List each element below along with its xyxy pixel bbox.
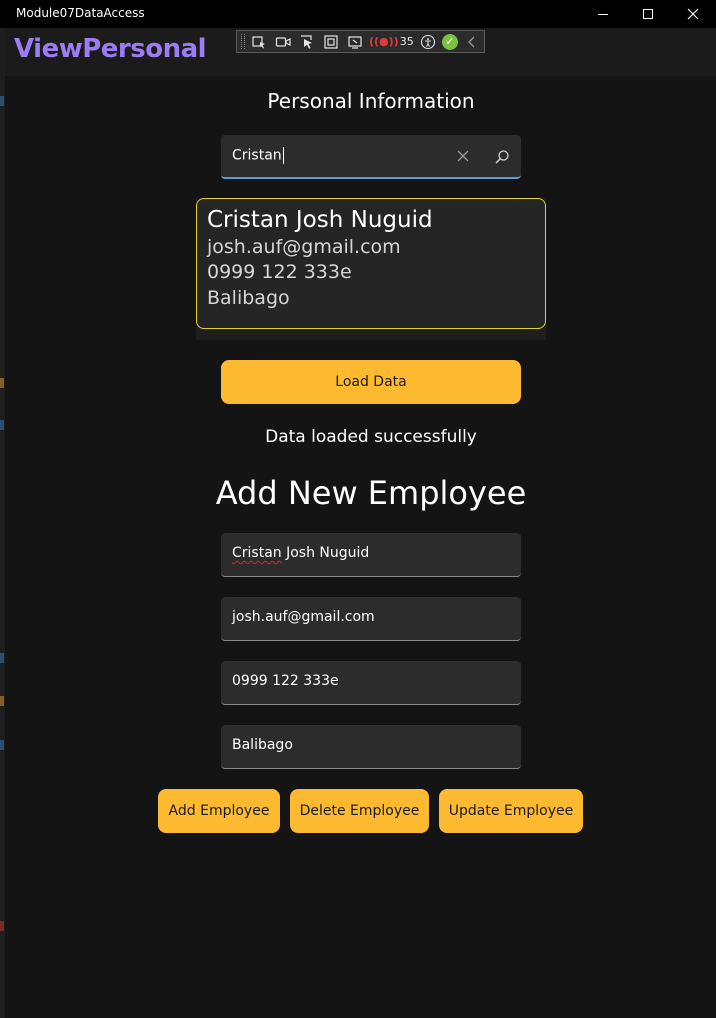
layout-bounds-icon[interactable] xyxy=(321,33,341,51)
accessibility-icon[interactable] xyxy=(418,33,438,51)
select-element-icon[interactable] xyxy=(249,33,269,51)
email-field-value: josh.auf@gmail.com xyxy=(232,609,375,625)
text-caret xyxy=(282,147,284,164)
toolbar-grip[interactable] xyxy=(241,34,245,49)
maximize-button[interactable] xyxy=(625,0,671,28)
minimize-icon xyxy=(598,13,608,15)
spellcheck-word: Cristan xyxy=(232,545,282,561)
clear-icon xyxy=(457,150,469,162)
email-field[interactable]: josh.auf@gmail.com xyxy=(221,597,521,641)
employee-name: Cristan Josh Nuguid xyxy=(207,207,433,233)
personal-info-heading: Personal Information xyxy=(267,89,475,113)
delete-employee-button[interactable]: Delete Employee xyxy=(290,789,429,833)
debug-toolbar: ((●)) 35 ✓ xyxy=(236,30,485,53)
employee-email: josh.auf@gmail.com xyxy=(207,235,401,258)
name-field-rest: Josh Nuguid xyxy=(281,545,370,561)
close-icon xyxy=(687,8,699,20)
name-field[interactable]: Cristan Josh Nuguid xyxy=(221,533,521,577)
status-ok-icon[interactable]: ✓ xyxy=(441,33,458,50)
result-list: Cristan Josh Nuguid josh.auf@gmail.com 0… xyxy=(196,198,546,340)
load-data-button[interactable]: Load Data xyxy=(221,360,521,404)
search-button[interactable] xyxy=(491,146,513,168)
track-focus-icon[interactable] xyxy=(345,33,365,51)
employee-address: Balibago xyxy=(207,286,290,309)
window-title: Module07DataAccess xyxy=(16,6,145,20)
app-title: ViewPersonal xyxy=(14,34,207,64)
record-icon[interactable] xyxy=(273,33,293,51)
binding-failures-icon: ((●)) xyxy=(369,35,399,48)
pointer-select-icon[interactable] xyxy=(297,33,317,51)
search-input[interactable]: Cristan xyxy=(232,147,284,164)
address-field-value: Balibago xyxy=(232,737,293,753)
search-box[interactable]: Cristan xyxy=(221,135,521,179)
binding-failures-count: 35 xyxy=(399,35,414,48)
address-field[interactable]: Balibago xyxy=(221,725,521,769)
search-icon xyxy=(495,150,509,164)
employee-card[interactable]: Cristan Josh Nuguid josh.auf@gmail.com 0… xyxy=(196,198,546,329)
employee-phone: 0999 122 333e xyxy=(207,261,352,284)
minimize-button[interactable] xyxy=(580,0,626,28)
search-value: Cristan xyxy=(232,147,282,164)
clear-search-button[interactable] xyxy=(453,146,473,166)
close-button[interactable] xyxy=(670,0,716,28)
update-employee-button[interactable]: Update Employee xyxy=(439,789,583,833)
status-message: Data loaded successfully xyxy=(265,427,477,447)
name-field-value: Cristan Josh Nuguid xyxy=(232,545,369,561)
window-title-bar: Module07DataAccess xyxy=(0,0,716,28)
collapse-chevron-icon[interactable] xyxy=(462,33,482,51)
add-employee-heading: Add New Employee xyxy=(215,474,527,512)
phone-field[interactable]: 0999 122 333e xyxy=(221,661,521,705)
maximize-icon xyxy=(643,9,653,19)
binding-failures-counter[interactable]: ((●)) 35 xyxy=(369,35,414,48)
add-employee-button[interactable]: Add Employee xyxy=(158,789,280,833)
phone-field-value: 0999 122 333e xyxy=(232,673,339,689)
background-window-edge xyxy=(0,28,5,1018)
